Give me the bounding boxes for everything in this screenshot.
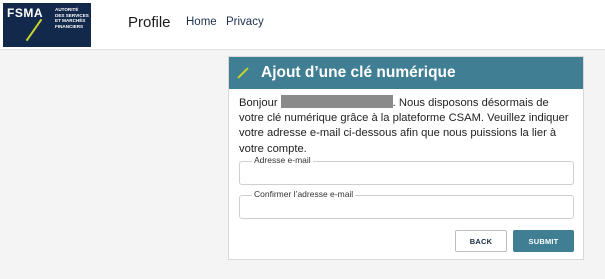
intro-text: Bonjour . Nous disposons désormais de vo… [239, 95, 575, 157]
email-field-label: Adresse e-mail [252, 155, 313, 165]
greeting-text: Bonjour [239, 97, 278, 109]
back-button[interactable]: BACK [455, 230, 507, 252]
submit-button[interactable]: SUBMIT [513, 230, 574, 252]
confirm-email-field-label: Confirmer l’adresse e-mail [252, 189, 356, 199]
slash-icon [237, 67, 249, 79]
logo-text: FSMA [7, 6, 43, 20]
top-navbar: FSMA AUTORITÉ DES SERVICES ET MARCHÉS FI… [0, 0, 605, 50]
email-field[interactable]: Adresse e-mail [239, 155, 574, 185]
card-title: Ajout d’une clé numérique [261, 64, 456, 81]
card-header: Ajout d’une clé numérique [229, 57, 583, 89]
nav-home-link[interactable]: Home [186, 16, 217, 28]
logo-subtitle: AUTORITÉ DES SERVICES ET MARCHÉS FINANCI… [55, 7, 89, 29]
confirm-email-field[interactable]: Confirmer l’adresse e-mail [239, 189, 574, 219]
add-digital-key-card: Ajout d’une clé numérique Bonjour . Nous… [228, 56, 584, 260]
nav-profile-title: Profile [128, 14, 171, 31]
redacted-name [280, 95, 393, 108]
logo-slash-icon [25, 18, 43, 42]
fsma-logo[interactable]: FSMA AUTORITÉ DES SERVICES ET MARCHÉS FI… [3, 3, 91, 47]
nav-privacy-link[interactable]: Privacy [226, 16, 264, 28]
